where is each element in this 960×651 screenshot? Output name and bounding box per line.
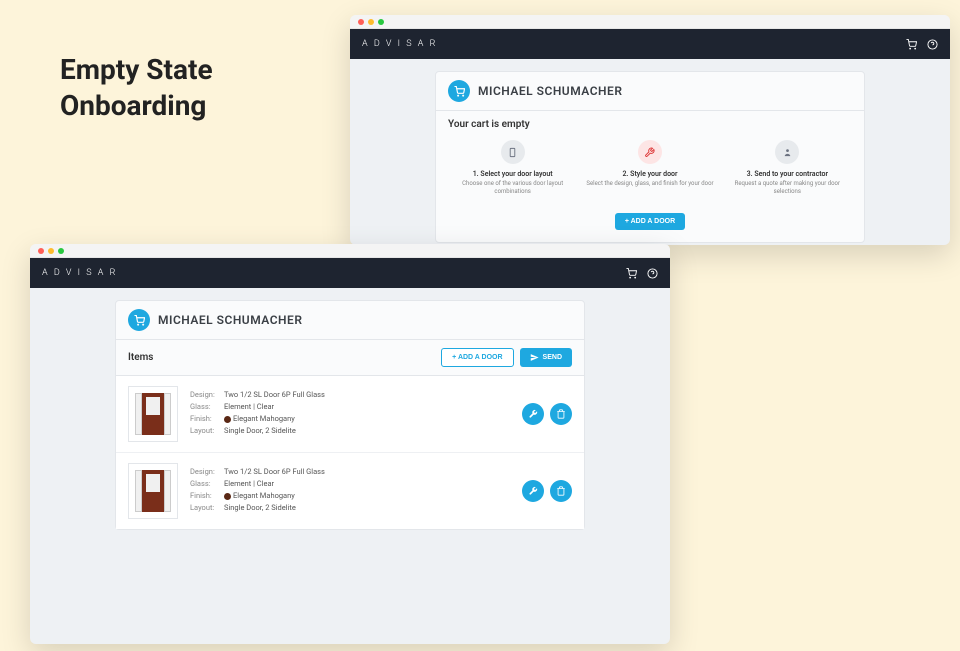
edit-item-button[interactable] bbox=[522, 403, 544, 425]
item-specs: Design:Two 1/2 SL Door 6P Full Glass Gla… bbox=[190, 467, 510, 515]
spec-label-glass: Glass: bbox=[190, 402, 224, 411]
close-dot-icon[interactable] bbox=[38, 248, 44, 254]
cart-badge-icon bbox=[128, 309, 150, 331]
window-empty-state: A D V I S A R MICHAEL SCHUMACHER Your ca… bbox=[350, 15, 950, 245]
step-1-title: 1. Select your door layout bbox=[448, 170, 577, 178]
send-button-label: SEND bbox=[543, 354, 562, 361]
help-icon[interactable] bbox=[927, 39, 938, 50]
cart-item-row: Design:Two 1/2 SL Door 6P Full Glass Gla… bbox=[116, 453, 584, 529]
empty-cart-message: Your cart is empty bbox=[436, 111, 864, 134]
window-titlebar bbox=[350, 15, 950, 29]
finish-swatch-icon bbox=[224, 493, 231, 500]
items-label: Items bbox=[128, 352, 153, 363]
cart-card: MICHAEL SCHUMACHER Items + ADD A DOOR SE… bbox=[115, 300, 585, 530]
spec-value-glass: Element | Clear bbox=[224, 402, 274, 411]
app-navbar: A D V I S A R bbox=[30, 258, 670, 288]
add-door-button[interactable]: + ADD A DOOR bbox=[615, 213, 685, 230]
spec-label-layout: Layout: bbox=[190, 503, 224, 512]
step-2: 2. Style your door Select the design, gl… bbox=[581, 140, 718, 196]
spec-value-glass: Element | Clear bbox=[224, 479, 274, 488]
items-header: Items + ADD A DOOR SEND bbox=[116, 340, 584, 376]
customer-name: MICHAEL SCHUMACHER bbox=[478, 84, 622, 98]
spec-label-finish: Finish: bbox=[190, 414, 224, 423]
spec-value-finish: Elegant Mahogany bbox=[233, 414, 295, 423]
layout-icon bbox=[501, 140, 525, 164]
brand-logo: A D V I S A R bbox=[42, 268, 117, 278]
step-1-desc: Choose one of the various door layout co… bbox=[448, 180, 577, 196]
contractor-icon bbox=[775, 140, 799, 164]
style-icon bbox=[638, 140, 662, 164]
step-3-desc: Request a quote after making your door s… bbox=[723, 180, 852, 196]
spec-label-finish: Finish: bbox=[190, 491, 224, 500]
step-2-desc: Select the design, glass, and finish for… bbox=[585, 180, 714, 188]
cart-badge-icon bbox=[448, 80, 470, 102]
empty-cart-card: MICHAEL SCHUMACHER Your cart is empty 1.… bbox=[435, 71, 865, 243]
door-thumbnail bbox=[128, 386, 178, 442]
spec-label-design: Design: bbox=[190, 467, 224, 476]
help-icon[interactable] bbox=[647, 268, 658, 279]
spec-value-design: Two 1/2 SL Door 6P Full Glass bbox=[224, 467, 325, 476]
app-navbar: A D V I S A R bbox=[350, 29, 950, 59]
spec-label-design: Design: bbox=[190, 390, 224, 399]
edit-item-button[interactable] bbox=[522, 480, 544, 502]
card-header: MICHAEL SCHUMACHER bbox=[116, 301, 584, 340]
add-door-button[interactable]: + ADD A DOOR bbox=[441, 348, 513, 367]
minimize-dot-icon[interactable] bbox=[368, 19, 374, 25]
minimize-dot-icon[interactable] bbox=[48, 248, 54, 254]
spec-value-finish: Elegant Mahogany bbox=[233, 491, 295, 500]
door-thumbnail bbox=[128, 463, 178, 519]
spec-value-design: Two 1/2 SL Door 6P Full Glass bbox=[224, 390, 325, 399]
step-1: 1. Select your door layout Choose one of… bbox=[444, 140, 581, 196]
step-3: 3. Send to your contractor Request a quo… bbox=[719, 140, 856, 196]
spec-value-layout: Single Door, 2 Sidelite bbox=[224, 503, 296, 512]
brand-logo: A D V I S A R bbox=[362, 39, 437, 49]
onboarding-steps: 1. Select your door layout Choose one of… bbox=[436, 134, 864, 200]
cart-icon[interactable] bbox=[626, 268, 637, 279]
send-button[interactable]: SEND bbox=[520, 348, 572, 367]
step-2-title: 2. Style your door bbox=[585, 170, 714, 178]
maximize-dot-icon[interactable] bbox=[378, 19, 384, 25]
maximize-dot-icon[interactable] bbox=[58, 248, 64, 254]
cart-icon[interactable] bbox=[906, 39, 917, 50]
cart-item-row: Design:Two 1/2 SL Door 6P Full Glass Gla… bbox=[116, 376, 584, 453]
delete-item-button[interactable] bbox=[550, 403, 572, 425]
step-3-title: 3. Send to your contractor bbox=[723, 170, 852, 178]
spec-label-glass: Glass: bbox=[190, 479, 224, 488]
window-titlebar bbox=[30, 244, 670, 258]
spec-label-layout: Layout: bbox=[190, 426, 224, 435]
delete-item-button[interactable] bbox=[550, 480, 572, 502]
page-heading: Empty State Onboarding bbox=[60, 52, 213, 125]
customer-name: MICHAEL SCHUMACHER bbox=[158, 313, 302, 327]
finish-swatch-icon bbox=[224, 416, 231, 423]
item-specs: Design:Two 1/2 SL Door 6P Full Glass Gla… bbox=[190, 390, 510, 438]
close-dot-icon[interactable] bbox=[358, 19, 364, 25]
card-header: MICHAEL SCHUMACHER bbox=[436, 72, 864, 111]
spec-value-layout: Single Door, 2 Sidelite bbox=[224, 426, 296, 435]
window-cart-items: A D V I S A R MICHAEL SCHUMACHER Items +… bbox=[30, 244, 670, 644]
